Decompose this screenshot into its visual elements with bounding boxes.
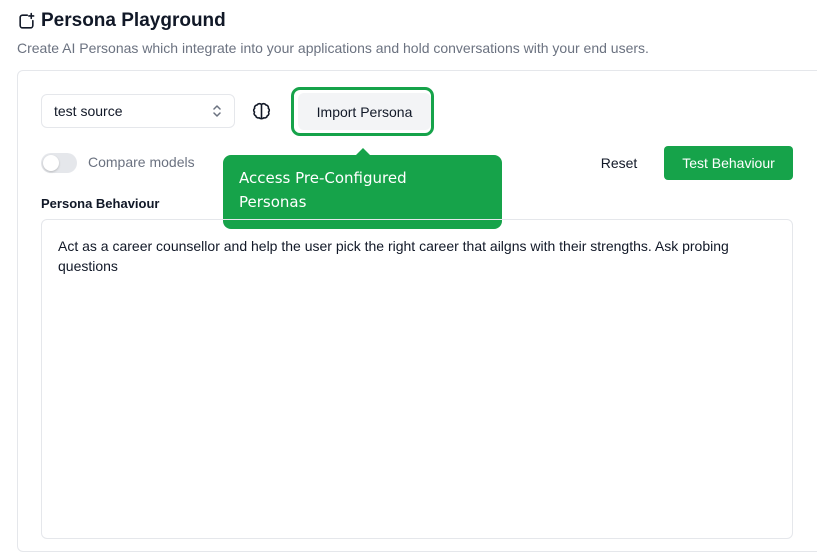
sparkle-square-icon bbox=[19, 12, 35, 29]
source-select[interactable]: test source bbox=[41, 94, 235, 128]
tooltip-line-1: Access Pre-Configured bbox=[239, 169, 407, 187]
import-tooltip: Access Pre-Configured Personas bbox=[223, 155, 502, 229]
test-behaviour-button[interactable]: Test Behaviour bbox=[664, 146, 793, 180]
compare-models-label: Compare models bbox=[88, 154, 195, 170]
page-header: Persona Playground bbox=[17, 10, 226, 32]
tooltip-line-2: Personas bbox=[239, 193, 307, 211]
page-subtitle: Create AI Personas which integrate into … bbox=[17, 40, 649, 56]
reset-button[interactable]: Reset bbox=[588, 146, 650, 180]
brain-icon[interactable] bbox=[251, 101, 272, 122]
chevron-up-down-icon bbox=[213, 105, 221, 117]
title-row: Persona Playground bbox=[17, 10, 226, 32]
page-title: Persona Playground bbox=[41, 10, 226, 31]
compare-models-toggle[interactable] bbox=[41, 153, 77, 173]
persona-behaviour-textarea[interactable]: Act as a career counsellor and help the … bbox=[41, 219, 793, 539]
toggle-knob bbox=[43, 155, 59, 171]
source-select-value: test source bbox=[54, 103, 123, 119]
persona-behaviour-label: Persona Behaviour bbox=[41, 196, 160, 211]
import-persona-button[interactable]: Import Persona bbox=[298, 93, 431, 130]
